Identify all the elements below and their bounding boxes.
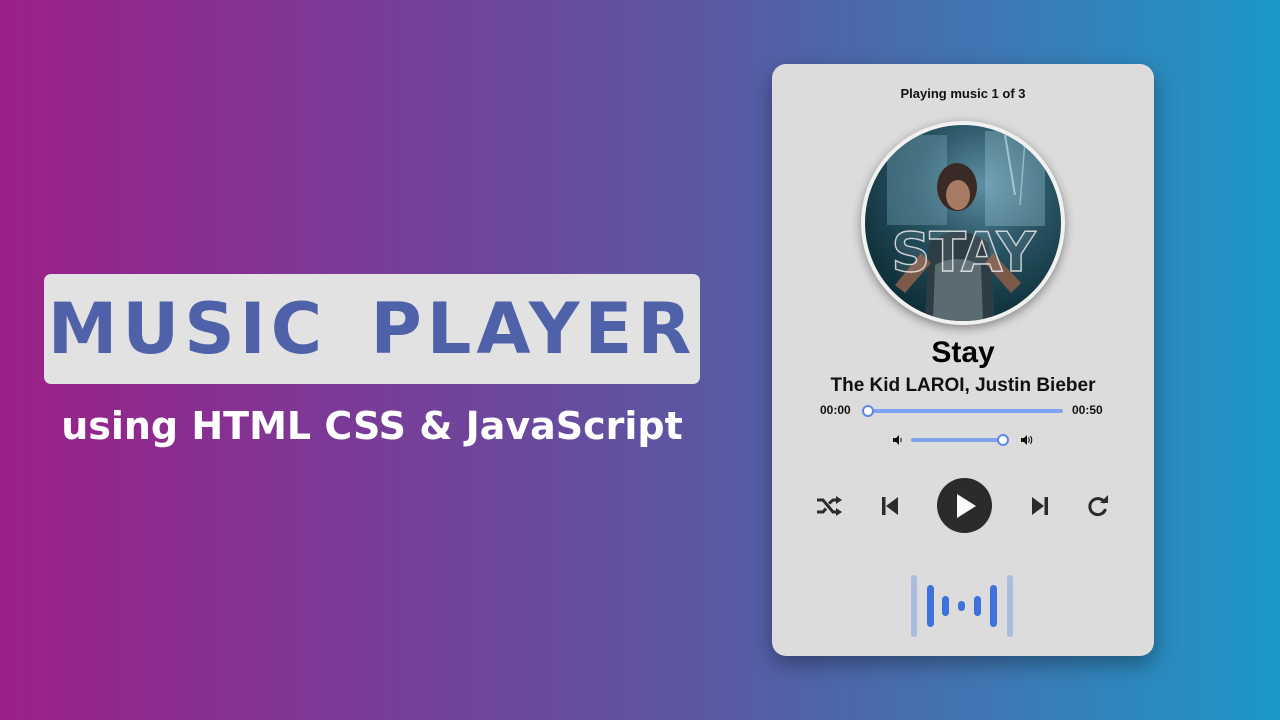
previous-track-icon[interactable] bbox=[878, 494, 902, 518]
music-player-card: Playing music 1 of 3 STAY Stay The Kid L… bbox=[772, 64, 1154, 656]
track-artist: The Kid LAROI, Justin Bieber bbox=[830, 375, 1096, 396]
next-track-icon[interactable] bbox=[1028, 494, 1052, 518]
volume-slider-handle[interactable] bbox=[997, 434, 1010, 446]
seek-slider-handle[interactable] bbox=[862, 405, 874, 417]
banner-title: MUSIC PLAYER bbox=[47, 288, 697, 370]
play-icon bbox=[956, 493, 976, 518]
track-duration: 00:50 bbox=[1072, 403, 1103, 417]
album-cover: STAY bbox=[861, 121, 1065, 325]
seek-slider[interactable] bbox=[862, 405, 1063, 417]
volume-up-icon[interactable] bbox=[1019, 432, 1035, 448]
album-art-image: STAY bbox=[865, 125, 1061, 321]
banner-subtitle: using HTML CSS & JavaScript bbox=[61, 404, 683, 448]
current-time: 00:00 bbox=[820, 403, 851, 417]
shuffle-icon[interactable] bbox=[814, 493, 844, 519]
audio-wave-icon bbox=[911, 575, 1013, 637]
play-button[interactable] bbox=[937, 478, 992, 533]
track-title: Stay bbox=[931, 336, 995, 369]
volume-down-icon[interactable] bbox=[891, 433, 905, 447]
banner-title-box: MUSIC PLAYER bbox=[44, 274, 700, 384]
volume-slider[interactable] bbox=[911, 434, 1010, 446]
now-playing-status: Playing music 1 of 3 bbox=[900, 86, 1026, 101]
album-cover-text: STAY bbox=[891, 220, 1037, 284]
repeat-icon[interactable] bbox=[1085, 493, 1111, 519]
